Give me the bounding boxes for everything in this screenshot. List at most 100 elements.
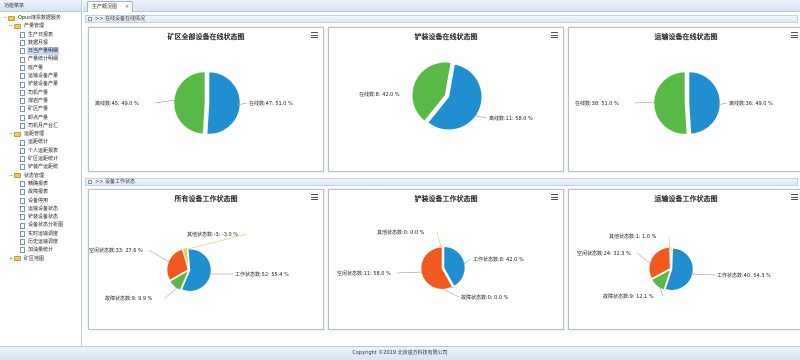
document-icon xyxy=(20,189,25,196)
section-header-work-status[interactable]: >> 设备工作状态 xyxy=(85,178,798,186)
sidebar-item[interactable]: 铲装产运距统 xyxy=(0,163,81,171)
document-icon xyxy=(20,106,25,113)
folder-icon xyxy=(14,256,21,262)
sidebar-item[interactable]: 铲装设备状态 xyxy=(0,213,81,221)
pie-chart: 工作状态数:8: 42.0 % 故障状态数:0: 0.0 % 空闲状态数:11: 5… xyxy=(337,229,524,301)
chart-title: 所有设备工作状态图 xyxy=(174,195,238,203)
sidebar-item-label: 运输设备产量 xyxy=(28,73,59,80)
sidebar-item[interactable]: 设备状态分析图 xyxy=(0,221,81,229)
sidebar-item[interactable]: 实时运输调度 xyxy=(0,230,81,238)
sidebar-item-label: 设备停用 xyxy=(28,197,49,204)
chart-menu-icon[interactable] xyxy=(791,194,798,200)
sidebar-item-label: 产量统计明细 xyxy=(28,56,59,63)
sidebar-item[interactable]: − 运距管理 xyxy=(0,130,81,138)
close-tab-icon[interactable]: × xyxy=(125,2,129,12)
label-connector xyxy=(668,235,672,249)
sidebar-item-label: 铲装设备状态 xyxy=(28,214,59,221)
sidebar-item[interactable]: 故障报表 xyxy=(0,188,81,196)
pie-slice[interactable] xyxy=(653,71,688,135)
sidebar-item[interactable]: 生产日报表 xyxy=(0,31,81,39)
slice-label: 在线数:8: 42.0 % xyxy=(359,91,400,98)
sidebar-item[interactable]: 个人运距报表 xyxy=(0,147,81,155)
slice-label: 离线数:11: 58.0 % xyxy=(489,115,533,122)
slice-label: 空闲状态数:24: 32.3 % xyxy=(577,250,631,257)
pie-chart: 工作状态数:40: 54.3 % 故障状态数:9: 12.1 % 空闲状态数:24:… xyxy=(577,233,771,300)
slice-label: 其他状态数:-3: -3.0 % xyxy=(187,231,238,238)
label-connector xyxy=(436,231,444,248)
sidebar-item[interactable]: 设备停用 xyxy=(0,197,81,205)
chart-menu-icon[interactable] xyxy=(551,194,558,200)
sidebar-item-label: 状态管理 xyxy=(24,172,45,179)
slice-label: 工作状态数:8: 42.0 % xyxy=(473,256,524,263)
sidebar-item-label: 司机月产台汇 xyxy=(28,122,59,129)
chart-menu-icon[interactable] xyxy=(311,32,318,38)
sidebar-item-label: 实时运输调度 xyxy=(28,230,59,237)
sidebar-item-label: 设备状态分析图 xyxy=(28,222,64,229)
chart-panel-all-work: 工作状态数:52: 55.4 % 故障状态数:9: 9.9 % 空闲状态数:33: … xyxy=(88,189,324,330)
sidebar-item[interactable]: 历史运输调度 xyxy=(0,238,81,246)
sidebar-item-label: 个人运距报表 xyxy=(28,147,59,154)
document-icon xyxy=(20,48,25,55)
section-title: >> 在线设备在线情况 xyxy=(95,16,145,22)
sidebar-item[interactable]: 矿区产量 xyxy=(0,105,81,113)
sidebar-item[interactable]: 日当产量明细 xyxy=(0,47,81,56)
sidebar-item[interactable]: − Opus煤票数据服务 xyxy=(0,14,81,22)
sidebar-item[interactable]: 矿区运距统计 xyxy=(0,155,81,163)
pie-chart: 工作状态数:52: 55.4 % 故障状态数:9: 9.9 % 空闲状态数:33: … xyxy=(89,231,289,302)
sidebar-item[interactable]: 班产量 xyxy=(0,64,81,72)
label-connector xyxy=(148,249,170,263)
sidebar-item[interactable]: − 状态管理 xyxy=(0,172,81,180)
document-icon xyxy=(20,40,25,47)
pie-slice[interactable] xyxy=(670,246,673,269)
chart-menu-icon[interactable] xyxy=(311,194,318,200)
sidebar-item-label: 矿区产量 xyxy=(28,106,49,113)
collapse-icon[interactable] xyxy=(88,17,92,21)
sidebar-item[interactable]: 卸点产量 xyxy=(0,114,81,122)
label-connector xyxy=(396,271,423,274)
chart-title: 铲装设备工作状态图 xyxy=(414,195,478,203)
app-window: 功能菜单 − Opus煤票数据服务 − 产量管理 生产日报表 数据月报 日当产量明细 产量统计… xyxy=(0,0,800,360)
sidebar-item-label: 运距统计 xyxy=(28,139,49,146)
section-title: >> 设备工作状态 xyxy=(95,179,135,185)
chart-menu-icon[interactable] xyxy=(551,32,558,38)
sidebar-item[interactable]: 煤岩产量 xyxy=(0,97,81,105)
tab-production-overview[interactable]: 生产概况图 × xyxy=(87,1,133,12)
slice-label: 故障状态数:9: 12.1 % xyxy=(603,293,654,300)
sidebar-item[interactable]: 运输设备状态 xyxy=(0,205,81,213)
document-icon xyxy=(20,205,25,212)
pie-slice[interactable] xyxy=(173,71,206,135)
section-header-online[interactable]: >> 在线设备在线情况 xyxy=(85,15,798,23)
slice-label: 其他状态数:1: 1.0 % xyxy=(609,233,657,240)
sidebar-item-label: 铲装产运距统 xyxy=(28,164,59,171)
collapse-icon[interactable] xyxy=(88,180,92,184)
pie-slice[interactable] xyxy=(206,71,241,135)
sidebar-title: 功能菜单 xyxy=(0,0,81,12)
sidebar-item[interactable]: 产量统计明细 xyxy=(0,55,81,63)
sidebar-item[interactable]: 运输设备产量 xyxy=(0,72,81,80)
sidebar-item[interactable]: + 矿区地图 xyxy=(0,255,81,263)
document-icon xyxy=(20,31,25,38)
pie-slice[interactable] xyxy=(688,71,721,135)
sidebar-item[interactable]: 司机产量 xyxy=(0,89,81,97)
slice-label: 故障状态数:9: 9.9 % xyxy=(105,295,153,302)
sidebar-item[interactable]: − 产量管理 xyxy=(0,22,81,30)
tab-label: 生产概况图 xyxy=(92,4,118,10)
document-icon xyxy=(20,64,25,71)
sidebar-item-label: 卸点产量 xyxy=(28,114,49,121)
sidebar-item[interactable]: 运距统计 xyxy=(0,138,81,146)
pie-chart: 在线数:47: 51.0 % 离线数:45: 49.0 % xyxy=(95,71,293,135)
sidebar-item[interactable]: 精确报表 xyxy=(0,180,81,188)
chart-title: 运输设备在线状态图 xyxy=(654,33,718,41)
sidebar-item-label: 加油量统计 xyxy=(28,247,54,254)
sidebar-item[interactable]: 加油量统计 xyxy=(0,246,81,254)
label-connector xyxy=(154,99,177,104)
chart-panel-all-online: 在线数:47: 51.0 % 离线数:45: 49.0 % 矿区全部设备在线状态图 xyxy=(88,27,324,172)
slice-label: 离线数:45: 49.0 % xyxy=(95,100,139,107)
sidebar-item[interactable]: 司机月产台汇 xyxy=(0,122,81,130)
sidebar-item[interactable]: 数据月报 xyxy=(0,39,81,47)
sidebar-item[interactable]: 铲装设备产量 xyxy=(0,80,81,88)
chart-menu-icon[interactable] xyxy=(791,32,798,38)
document-icon xyxy=(20,247,25,254)
document-icon xyxy=(20,214,25,221)
document-icon xyxy=(20,114,25,121)
